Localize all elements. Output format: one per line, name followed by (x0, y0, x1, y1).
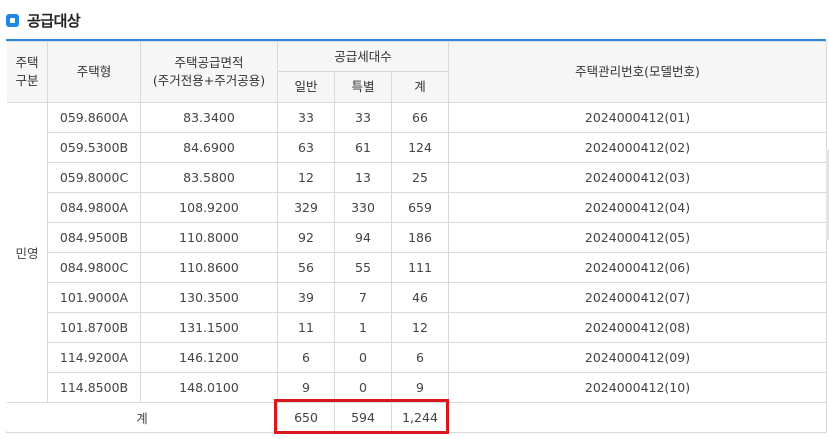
header-house-model: 주택형 (47, 41, 141, 103)
general-cell: 92 (277, 222, 335, 253)
totals-total: 1,244 (390, 402, 450, 433)
totals-special: 594 (334, 402, 392, 433)
house-type-group-cell: 민영 (6, 102, 48, 403)
area-cell: 110.8000 (140, 222, 278, 253)
mgmt-number-cell: 2024000412(10) (448, 372, 828, 403)
totals-general: 650 (277, 402, 335, 433)
area-cell: 148.0100 (140, 372, 278, 403)
total-cell: 9 (390, 372, 450, 403)
special-cell: 0 (334, 372, 392, 403)
special-cell: 33 (334, 102, 392, 133)
total-cell: 46 (390, 282, 450, 313)
general-cell: 6 (277, 342, 335, 373)
total-cell: 25 (390, 162, 450, 193)
header-house-type-group: 주택 구분 (6, 41, 48, 103)
special-cell: 61 (334, 132, 392, 163)
general-cell: 63 (277, 132, 335, 163)
model-cell: 084.9800A (47, 192, 141, 223)
special-cell: 94 (334, 222, 392, 253)
area-cell: 108.9200 (140, 192, 278, 223)
table-row: 059.5300B 84.6900 63 61 124 2024000412(0… (7, 132, 828, 163)
special-cell: 13 (334, 162, 392, 193)
area-cell: 83.5800 (140, 162, 278, 193)
general-cell: 33 (277, 102, 335, 133)
area-cell: 110.8600 (140, 252, 278, 283)
mgmt-number-cell: 2024000412(07) (448, 282, 828, 313)
table-row: 101.8700B 131.1500 11 1 12 2024000412(08… (7, 312, 828, 343)
model-cell: 084.9500B (47, 222, 141, 253)
area-cell: 83.3400 (140, 102, 278, 133)
area-cell: 84.6900 (140, 132, 278, 163)
section-title: 공급대상 (27, 11, 81, 30)
model-cell: 114.9200A (47, 342, 141, 373)
general-cell: 11 (277, 312, 335, 343)
model-cell: 059.5300B (47, 132, 141, 163)
header-management-number: 주택관리번호(모델번호) (448, 41, 828, 103)
mgmt-number-cell: 2024000412(08) (448, 312, 828, 343)
mgmt-number-cell: 2024000412(02) (448, 132, 828, 163)
header-general: 일반 (277, 71, 335, 103)
total-cell: 12 (390, 312, 450, 343)
model-cell: 101.9000A (47, 282, 141, 313)
mgmt-number-cell: 2024000412(03) (448, 162, 828, 193)
total-cell: 124 (390, 132, 450, 163)
total-cell: 6 (390, 342, 450, 373)
special-cell: 330 (334, 192, 392, 223)
table-row: 민영 059.8600A 83.3400 33 33 66 2024000412… (6, 102, 828, 403)
special-cell: 7 (334, 282, 392, 313)
header-households: 공급세대수 (276, 41, 450, 72)
table-row: 084.9500B 110.8000 92 94 186 2024000412(… (7, 222, 828, 253)
section-header: 공급대상 (6, 8, 81, 32)
area-cell: 131.1500 (140, 312, 278, 343)
mgmt-number-cell: 2024000412(01) (448, 102, 828, 133)
special-cell: 55 (334, 252, 392, 283)
table-row: 114.9200A 146.1200 6 0 6 2024000412(09) (7, 342, 828, 373)
table-row: 114.8500B 148.0100 9 0 9 2024000412(10) (7, 372, 828, 403)
mgmt-number-cell: 2024000412(09) (448, 342, 828, 373)
header-total: 계 (390, 71, 450, 103)
totals-label: 계 (6, 402, 278, 433)
model-cell: 114.8500B (47, 372, 141, 403)
table-row: 084.9800C 110.8600 56 55 111 2024000412(… (7, 252, 828, 283)
general-cell: 9 (277, 372, 335, 403)
table-left-edge (6, 41, 7, 431)
model-cell: 059.8000C (47, 162, 141, 193)
mgmt-number-cell: 2024000412(05) (448, 222, 828, 253)
model-cell: 084.9800C (47, 252, 141, 283)
special-cell: 1 (334, 312, 392, 343)
general-cell: 39 (277, 282, 335, 313)
model-cell: 101.8700B (47, 312, 141, 343)
area-cell: 130.3500 (140, 282, 278, 313)
table-row: 101.9000A 130.3500 39 7 46 2024000412(07… (7, 282, 828, 313)
header-supply-area: 주택공급면적 (주거전용+주거공용) (140, 41, 278, 103)
total-cell: 186 (390, 222, 450, 253)
totals-empty-cell (448, 402, 828, 433)
header-special: 특별 (334, 71, 392, 103)
area-cell: 146.1200 (140, 342, 278, 373)
total-cell: 111 (390, 252, 450, 283)
square-bullet-icon (6, 13, 19, 27)
total-cell: 66 (390, 102, 450, 133)
general-cell: 56 (277, 252, 335, 283)
total-cell: 659 (390, 192, 450, 223)
table-row: 059.8000C 83.5800 12 13 25 2024000412(03… (7, 162, 828, 193)
supply-target-table: 주택 구분 주택형 주택공급면적 (주거전용+주거공용) 공급세대수 주택관리번호(… (6, 41, 828, 433)
table-row: 084.9800A 108.9200 329 330 659 202400041… (7, 192, 828, 223)
mgmt-number-cell: 2024000412(06) (448, 252, 828, 283)
mgmt-number-cell: 2024000412(04) (448, 192, 828, 223)
totals-row: 계 650 594 1,244 (6, 402, 828, 433)
special-cell: 0 (334, 342, 392, 373)
model-cell: 059.8600A (47, 102, 141, 133)
general-cell: 12 (277, 162, 335, 193)
general-cell: 329 (277, 192, 335, 223)
